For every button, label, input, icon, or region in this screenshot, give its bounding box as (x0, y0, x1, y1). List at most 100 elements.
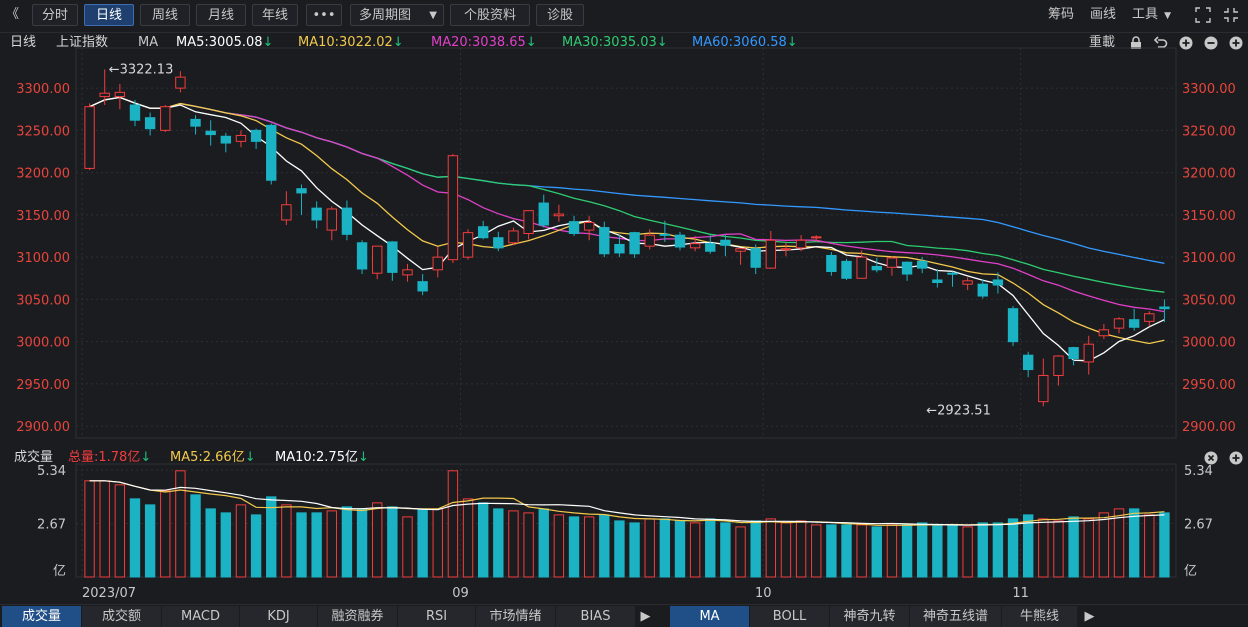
volume-bar (235, 504, 247, 578)
volume-bar (175, 470, 186, 578)
close-icon[interactable] (1204, 451, 1218, 465)
volume-bar (1128, 508, 1140, 578)
ma30-value: MA30:3035.03↓ (562, 32, 668, 54)
price-axis-label-left: 3250.00 (16, 124, 70, 139)
add-indicator-icon[interactable] (1229, 36, 1243, 50)
index-name[interactable]: 上证指数 (56, 32, 108, 54)
x-axis-label: 2023/07 (82, 586, 136, 601)
stock-info-button[interactable]: 个股资料 (450, 4, 530, 26)
volume-bar (508, 510, 519, 578)
volume-bar (629, 522, 640, 578)
tab-margin[interactable]: 融资融券 (318, 606, 398, 627)
volume-bar (689, 522, 701, 578)
tab-volume[interactable]: 成交量 (2, 606, 82, 627)
back-icon[interactable]: 《 (6, 4, 22, 26)
candle-body (326, 208, 337, 231)
chips-button[interactable]: 筹码 (1048, 4, 1082, 26)
candle-body (1128, 319, 1140, 328)
candle-body (841, 260, 852, 279)
volume-bar (841, 524, 852, 578)
period-tab-weekly[interactable]: 周线 (140, 4, 190, 26)
candle-body (811, 236, 822, 239)
tools-dropdown[interactable]: 工具 ▼ (1132, 4, 1180, 26)
add-indicator-icon[interactable] (1229, 451, 1243, 465)
tab-rsi[interactable]: RSI (398, 606, 476, 627)
more-periods-button[interactable]: ••• (306, 4, 342, 26)
volume-bar (1068, 516, 1079, 578)
period-tab-monthly[interactable]: 月线 (196, 4, 246, 26)
candle-body (947, 272, 958, 275)
expand-icon[interactable] (1194, 6, 1212, 24)
restore-button[interactable]: 重載 (1089, 32, 1115, 54)
caret-down-icon: ▼ (1164, 11, 1172, 21)
draw-line-button[interactable]: 画线 (1090, 4, 1124, 26)
lock-icon[interactable] (1129, 36, 1143, 50)
volume-bar (220, 512, 232, 578)
candle-body (160, 106, 171, 131)
tab-kdj[interactable]: KDJ (240, 606, 318, 627)
volume-bar (947, 524, 958, 578)
price-extreme-annotation: ←2923.51 (926, 403, 991, 418)
ma30-line (89, 96, 1165, 293)
ma-label[interactable]: MA (138, 32, 158, 54)
tab-boll[interactable]: BOLL (750, 606, 830, 627)
tab-ma[interactable]: MA (670, 606, 750, 627)
candle-body (1068, 347, 1079, 360)
candle-body (462, 232, 474, 258)
volume-bar (1053, 520, 1064, 578)
caret-down-icon: ▼ (429, 10, 437, 21)
period-tab-intraday[interactable]: 分时 (32, 4, 78, 26)
candle-body (992, 279, 1004, 286)
candle-body (402, 269, 413, 276)
tabs-scroll-right-icon[interactable]: ▶ (636, 606, 656, 627)
multi-period-dropdown[interactable]: 多周期图 ▼ (350, 4, 444, 26)
volume-bar (780, 522, 792, 578)
volume-bar (962, 526, 973, 578)
candle-body (765, 239, 777, 269)
volume-bar (356, 508, 368, 578)
candle-body (372, 245, 383, 274)
volume-bar (99, 480, 110, 578)
candle-body (977, 283, 988, 297)
period-tab-daily[interactable]: 日线 (84, 4, 134, 26)
candle-body (720, 239, 731, 246)
period-tab-yearly[interactable]: 年线 (252, 4, 298, 26)
price-axis-label-left: 3200.00 (16, 167, 70, 182)
candle-body (795, 239, 807, 249)
tab-bias[interactable]: BIAS (556, 606, 636, 627)
tab-turnover[interactable]: 成交额 (82, 606, 162, 627)
candle-body (538, 202, 549, 226)
price-axis-label-right: 3150.00 (1182, 209, 1236, 224)
candle-body (205, 130, 216, 136)
volume-bar (372, 502, 383, 578)
collapse-icon[interactable] (1222, 6, 1240, 24)
kline-chart[interactable]: 3300.00 3300.00 3250.00 3250.00 3200.00 3200.… (0, 0, 1248, 627)
volume-ma5-text: MA5:2.66亿 (170, 450, 245, 465)
tab-macd[interactable]: MACD (162, 606, 240, 627)
zoom-in-icon[interactable] (1179, 36, 1193, 50)
candle-body (886, 257, 898, 268)
ma30-text: MA30:3035.03 (562, 35, 657, 50)
undo-icon[interactable] (1154, 36, 1168, 50)
volume-ma10-line (89, 480, 1165, 526)
zoom-out-icon[interactable] (1204, 36, 1218, 50)
tab-five-lines[interactable]: 神奇五线谱 (910, 606, 1002, 627)
tab-bull-bear[interactable]: 牛熊线 (1002, 606, 1078, 627)
volume-title[interactable]: 成交量 (14, 447, 53, 469)
candle-body (856, 256, 867, 279)
volume-bar (811, 524, 822, 578)
tab-sentiment[interactable]: 市场情绪 (476, 606, 556, 627)
tab-td9[interactable]: 神奇九转 (830, 606, 910, 627)
x-axis-label: 09 (452, 586, 469, 601)
volume-ma10: MA10:2.75亿↓ (275, 447, 369, 469)
candle-body (917, 260, 928, 269)
diagnose-button[interactable]: 诊股 (536, 4, 584, 26)
tabs-scroll-right-icon[interactable]: ▶ (1078, 606, 1102, 627)
price-axis-label-left: 2900.00 (16, 420, 70, 435)
volume-bar (614, 520, 625, 578)
period-label: 日线 (10, 35, 37, 50)
ma20-value: MA20:3038.65↓ (431, 32, 537, 54)
volume-bar (1098, 512, 1110, 578)
volume-bar (1113, 508, 1125, 578)
volume-bar (341, 506, 353, 578)
